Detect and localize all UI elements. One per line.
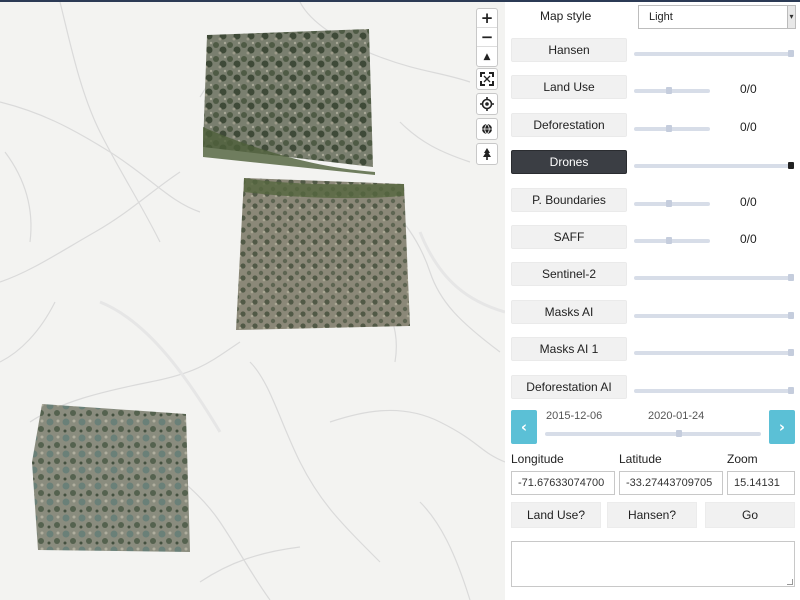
compass-button[interactable]: ▲ xyxy=(477,47,497,66)
timeline-next-button[interactable]: › xyxy=(769,410,795,444)
resize-handle[interactable] xyxy=(787,579,793,585)
layer-row: Hansen xyxy=(505,38,800,66)
layer-row: Drones xyxy=(505,150,800,178)
layer-toggle-button[interactable]: Hansen xyxy=(511,38,627,62)
layer-opacity-slider[interactable] xyxy=(634,200,710,207)
map-view[interactable]: + − ▲ xyxy=(0,2,505,600)
drone-image-tile xyxy=(234,174,412,332)
drone-image-tile xyxy=(199,27,375,175)
layer-opacity-slider[interactable] xyxy=(634,274,794,281)
layer-opacity-slider[interactable] xyxy=(634,125,710,132)
layer-row: P. Boundaries 0/0 xyxy=(505,188,800,216)
locate-button[interactable] xyxy=(476,93,498,115)
tree-icon xyxy=(483,148,491,160)
layer-toggle-button[interactable]: Masks AI xyxy=(511,300,627,324)
layer-panel: Map style Light ▾ Hansen Land Use 0/0 Defor… xyxy=(505,2,800,600)
zoom-input[interactable]: 15.14131 xyxy=(727,471,795,495)
layer-toggle-button[interactable]: SAFF xyxy=(511,225,627,249)
fullscreen-button[interactable] xyxy=(476,68,498,90)
top-border xyxy=(0,0,800,2)
layer-toggle-button[interactable]: P. Boundaries xyxy=(511,188,627,212)
layer-opacity-slider[interactable] xyxy=(634,50,794,57)
layer-toggle-button[interactable]: Masks AI 1 xyxy=(511,337,627,361)
notes-textarea[interactable] xyxy=(511,541,795,587)
timeline-prev-button[interactable]: ‹ xyxy=(511,410,537,444)
layer-row: Deforestation AI xyxy=(505,375,800,403)
map-style-select[interactable]: Light ▾ xyxy=(638,5,796,29)
slider-handle[interactable] xyxy=(788,50,794,57)
layer-opacity-slider[interactable] xyxy=(634,162,794,169)
layer-toggle-button[interactable]: Drones xyxy=(511,150,627,174)
slider-handle[interactable] xyxy=(788,349,794,356)
layer-opacity-slider[interactable] xyxy=(634,349,794,356)
latitude-input[interactable]: -33.27443709705 xyxy=(619,471,723,495)
layer-opacity-slider[interactable] xyxy=(634,387,794,394)
latitude-label: Latitude xyxy=(619,452,662,466)
globe-button[interactable] xyxy=(476,118,498,140)
layer-opacity-slider[interactable] xyxy=(634,237,710,244)
layer-count: 0/0 xyxy=(740,232,757,246)
slider-handle[interactable] xyxy=(788,312,794,319)
layer-opacity-slider[interactable] xyxy=(634,312,794,319)
chevron-left-icon: ‹ xyxy=(520,418,528,436)
timeline-slider[interactable] xyxy=(545,430,761,437)
tree-button[interactable] xyxy=(476,143,498,165)
layer-opacity-slider[interactable] xyxy=(634,87,710,94)
layer-toggle-button[interactable]: Land Use xyxy=(511,75,627,99)
longitude-label: Longitude xyxy=(511,452,564,466)
zoom-out-button[interactable]: − xyxy=(477,28,497,47)
layer-row: SAFF 0/0 xyxy=(505,225,800,253)
layer-toggle-button[interactable]: Deforestation xyxy=(511,113,627,137)
slider-handle[interactable] xyxy=(666,237,672,244)
zoom-label: Zoom xyxy=(727,452,758,466)
map-style-label: Map style xyxy=(540,9,592,23)
layer-row: Sentinel-2 xyxy=(505,262,800,290)
layer-count: 0/0 xyxy=(740,195,757,209)
go-button[interactable]: Go xyxy=(705,502,795,528)
layer-row: Masks AI xyxy=(505,300,800,328)
drone-image-tile xyxy=(30,402,194,558)
fullscreen-icon xyxy=(480,72,494,86)
globe-icon xyxy=(482,123,492,135)
locate-icon xyxy=(480,97,494,111)
zoom-in-button[interactable]: + xyxy=(477,9,497,28)
layer-count: 0/0 xyxy=(740,82,757,96)
slider-handle[interactable] xyxy=(788,274,794,281)
slider-handle[interactable] xyxy=(788,162,794,169)
layer-row: Masks AI 1 xyxy=(505,337,800,365)
slider-handle[interactable] xyxy=(788,387,794,394)
slider-handle[interactable] xyxy=(666,87,672,94)
compass-icon: ▲ xyxy=(483,51,491,62)
timeline-current-date: 2020-01-24 xyxy=(648,410,705,422)
land-use-query-button[interactable]: Land Use? xyxy=(511,502,601,528)
slider-handle[interactable] xyxy=(666,200,672,207)
longitude-input[interactable]: -71.67633074700 xyxy=(511,471,615,495)
slider-handle[interactable] xyxy=(666,125,672,132)
timeline-slider-handle[interactable] xyxy=(676,430,682,437)
layer-count: 0/0 xyxy=(740,120,757,134)
layer-toggle-button[interactable]: Sentinel-2 xyxy=(511,262,627,286)
layer-toggle-button[interactable]: Deforestation AI xyxy=(511,375,627,399)
layer-row: Land Use 0/0 xyxy=(505,75,800,103)
chevron-down-icon: ▾ xyxy=(787,6,795,28)
hansen-query-button[interactable]: Hansen? xyxy=(607,502,697,528)
map-style-value: Light xyxy=(649,11,673,23)
zoom-controls: + − ▲ xyxy=(476,8,498,67)
layer-row: Deforestation 0/0 xyxy=(505,113,800,141)
chevron-right-icon: › xyxy=(778,418,786,436)
timeline-start-date: 2015-12-06 xyxy=(546,410,603,422)
